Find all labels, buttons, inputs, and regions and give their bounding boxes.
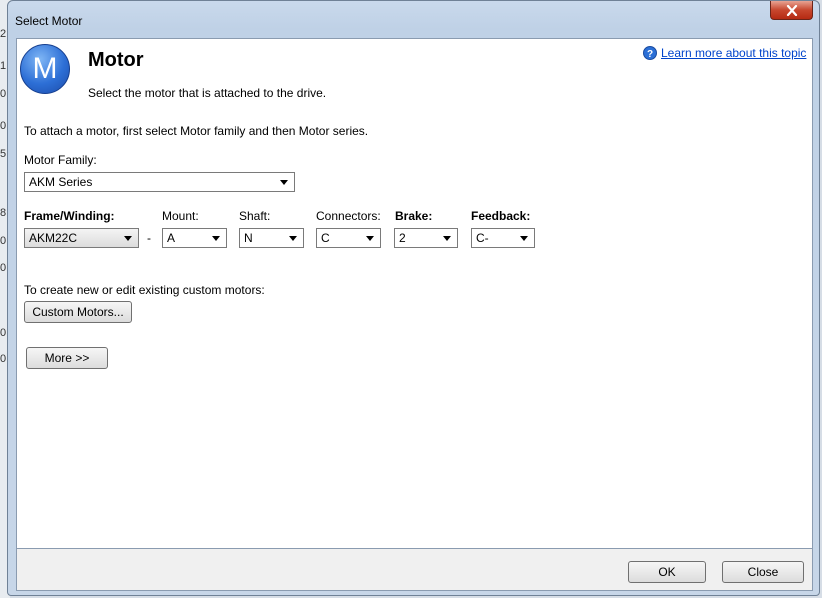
custom-motors-button[interactable]: Custom Motors... [24, 301, 132, 323]
frame-mount-separator: - [147, 231, 151, 245]
chevron-down-icon [366, 236, 374, 241]
close-icon [786, 4, 797, 16]
chevron-down-icon [289, 236, 297, 241]
window-title: Select Motor [15, 14, 83, 28]
page-title: Motor [88, 49, 144, 71]
feedback-select[interactable]: C- [471, 228, 535, 248]
connectors-value: C [321, 231, 330, 245]
motor-logo-icon: M [20, 44, 70, 94]
motor-family-value: AKM Series [29, 175, 93, 189]
connectors-label: Connectors: [316, 209, 381, 223]
chevron-down-icon [443, 236, 451, 241]
chevron-down-icon [212, 236, 220, 241]
motor-family-select[interactable]: AKM Series [24, 172, 295, 192]
feedback-value: C- [476, 231, 489, 245]
chevron-down-icon [520, 236, 528, 241]
shaft-value: N [244, 231, 253, 245]
frame-winding-select[interactable]: AKM22C [24, 228, 139, 248]
feedback-label: Feedback: [471, 209, 531, 223]
shaft-label: Shaft: [239, 209, 271, 223]
help-link[interactable]: ? Learn more about this topic [643, 46, 806, 60]
brake-label: Brake: [395, 209, 433, 223]
frame-winding-label: Frame/Winding: [24, 209, 115, 223]
shaft-select[interactable]: N [239, 228, 304, 248]
mount-select[interactable]: A [162, 228, 227, 248]
connectors-select[interactable]: C [316, 228, 381, 248]
more-button[interactable]: More >> [26, 347, 108, 369]
motor-family-label: Motor Family: [24, 153, 97, 167]
custom-motors-text: To create new or edit existing custom mo… [24, 283, 265, 297]
close-button[interactable]: Close [722, 561, 804, 583]
help-icon: ? [643, 46, 657, 60]
mount-label: Mount: [162, 209, 199, 223]
svg-text:?: ? [647, 49, 653, 60]
mount-value: A [167, 231, 176, 245]
help-link-text[interactable]: Learn more about this topic [661, 46, 806, 60]
page-subtitle: Select the motor that is attached to the… [88, 86, 327, 100]
window-close-button[interactable] [770, 1, 813, 20]
brake-select[interactable]: 2 [394, 228, 458, 248]
ok-button[interactable]: OK [628, 561, 706, 583]
frame-winding-value: AKM22C [29, 231, 78, 245]
chevron-down-icon [124, 236, 132, 241]
chevron-down-icon [280, 180, 288, 185]
instructions-text: To attach a motor, first select Motor fa… [24, 124, 369, 138]
brake-value: 2 [399, 231, 406, 245]
